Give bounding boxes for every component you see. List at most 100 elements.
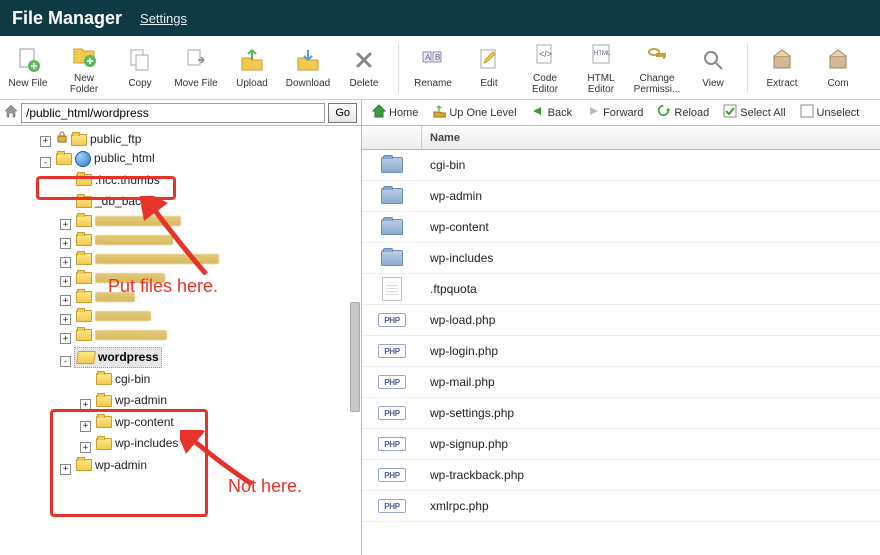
folder-icon	[381, 250, 403, 266]
file-row[interactable]: PHPwp-settings.php	[362, 398, 880, 429]
scrollbar-thumb[interactable]	[350, 302, 360, 412]
tree-item[interactable]: cgi-bin	[2, 370, 359, 392]
extract-button[interactable]: Extract	[754, 40, 810, 96]
tree-item[interactable]: +	[2, 290, 359, 309]
reload-button[interactable]: Reload	[651, 102, 715, 123]
change-perm-button[interactable]: Change Permissi...	[629, 40, 685, 96]
file-icon-cell	[362, 250, 422, 266]
tree-expander[interactable]: +	[40, 136, 51, 147]
tree-expander[interactable]: +	[60, 464, 71, 475]
file-name: wp-settings.php	[422, 406, 880, 420]
tree-expander[interactable]: +	[80, 442, 91, 453]
home-button[interactable]: Home	[366, 102, 424, 123]
tree-expander[interactable]: +	[60, 238, 71, 249]
path-bar: Go	[0, 100, 361, 126]
forward-button[interactable]: Forward	[580, 102, 649, 123]
back-button[interactable]: Back	[525, 102, 578, 123]
tree-item[interactable]: +	[2, 233, 359, 252]
col-header-name[interactable]: Name	[422, 132, 880, 144]
file-row[interactable]: PHPwp-load.php	[362, 305, 880, 336]
tree-expander[interactable]: +	[60, 333, 71, 344]
compress-icon	[824, 46, 852, 74]
file-row[interactable]: PHPxmlrpc.php	[362, 491, 880, 522]
view-button[interactable]: View	[685, 40, 741, 96]
toolbar-label: Copy	[128, 78, 151, 89]
tree-label: public_html	[94, 149, 155, 168]
file-row[interactable]: PHPwp-signup.php	[362, 429, 880, 460]
tree-item[interactable]: - wordpress	[2, 347, 359, 370]
tree-label: cgi-bin	[115, 370, 150, 389]
html-editor-button[interactable]: HTMLHTML Editor	[573, 40, 629, 96]
file-row[interactable]: PHPwp-trackback.php	[362, 460, 880, 491]
tree-expander[interactable]: +	[60, 276, 71, 287]
tree-expander[interactable]: -	[40, 157, 51, 168]
file-row[interactable]: wp-content	[362, 212, 880, 243]
up-button[interactable]: Up One Level	[426, 102, 522, 123]
tree-label-redacted	[95, 254, 219, 264]
tree-item[interactable]: +wp-content	[2, 413, 359, 435]
tree-item[interactable]: .hcc.thumbs	[2, 171, 359, 193]
tree-item[interactable]: +	[2, 252, 359, 271]
rtool-label: Select All	[740, 107, 785, 119]
tree-item[interactable]: +	[2, 214, 359, 233]
file-row[interactable]: PHPwp-mail.php	[362, 367, 880, 398]
code-editor-button[interactable]: </>Code Editor	[517, 40, 573, 96]
tree-item[interactable]: + wp-includes	[2, 434, 359, 456]
move-button[interactable]: Move File	[168, 40, 224, 96]
go-button[interactable]: Go	[328, 103, 357, 123]
tree-item[interactable]: _db_backups	[2, 192, 359, 214]
tree-item[interactable]: +	[2, 328, 359, 347]
svg-text:</>: </>	[539, 49, 552, 59]
main-toolbar: New FileNew Folder Copy Move File Upload Dow…	[0, 36, 880, 100]
extract-icon	[768, 46, 796, 74]
tree-expander[interactable]: -	[60, 356, 71, 367]
file-row[interactable]: wp-includes	[362, 243, 880, 274]
file-row[interactable]: cgi-bin	[362, 150, 880, 181]
folder-icon	[76, 234, 92, 246]
tree-expander[interactable]: +	[80, 421, 91, 432]
new-folder-button[interactable]: New Folder	[56, 40, 112, 96]
path-input[interactable]	[21, 103, 325, 123]
file-name: wp-load.php	[422, 313, 880, 327]
rtool-label: Up One Level	[449, 107, 516, 119]
tree-expander[interactable]: +	[60, 314, 71, 325]
toolbar-label: Extract	[766, 78, 797, 89]
col-header-icon[interactable]	[362, 126, 422, 149]
tree-label: wp-includes	[115, 434, 178, 453]
edit-button[interactable]: Edit	[461, 40, 517, 96]
toolbar-label: Upload	[236, 78, 268, 89]
folder-icon	[76, 310, 92, 322]
download-button[interactable]: Download	[280, 40, 336, 96]
file-row[interactable]: PHPwp-login.php	[362, 336, 880, 367]
folder-icon	[76, 272, 92, 284]
tree-label: wordpress	[98, 348, 159, 367]
download-icon	[294, 46, 322, 74]
upload-button[interactable]: Upload	[224, 40, 280, 96]
tree-item[interactable]: +	[2, 309, 359, 328]
unselect-button[interactable]: Unselect	[794, 102, 866, 123]
file-row[interactable]: .ftpquota	[362, 274, 880, 305]
new-file-button[interactable]: New File	[0, 40, 56, 96]
tree-expander[interactable]: +	[60, 257, 71, 268]
file-list[interactable]: cgi-binwp-adminwp-contentwp-includes.ftp…	[362, 150, 880, 555]
folder-tree[interactable]: +public_ftp - public_html .hcc.thumbs_db_ba…	[0, 126, 361, 555]
copy-button[interactable]: Copy	[112, 40, 168, 96]
select-all-button[interactable]: Select All	[717, 102, 791, 123]
tree-item[interactable]: +	[2, 271, 359, 290]
tree-label-redacted	[95, 216, 181, 226]
file-icon-cell	[362, 188, 422, 204]
tree-item[interactable]: +wp-admin	[2, 391, 359, 413]
tree-expander[interactable]: +	[80, 399, 91, 410]
tree-item[interactable]: - public_html	[2, 149, 359, 171]
tree-item[interactable]: +public_ftp	[2, 130, 359, 149]
tree-item[interactable]: +wp-admin	[2, 456, 359, 478]
tree-expander[interactable]: +	[60, 219, 71, 230]
delete-button[interactable]: Delete	[336, 40, 392, 96]
tree-expander[interactable]: +	[60, 295, 71, 306]
rename-button[interactable]: ABRename	[405, 40, 461, 96]
compress-button[interactable]: Com	[810, 40, 866, 96]
reload-icon	[657, 104, 671, 121]
file-row[interactable]: wp-admin	[362, 181, 880, 212]
settings-link[interactable]: Settings	[140, 11, 187, 26]
home-icon[interactable]	[4, 104, 18, 121]
